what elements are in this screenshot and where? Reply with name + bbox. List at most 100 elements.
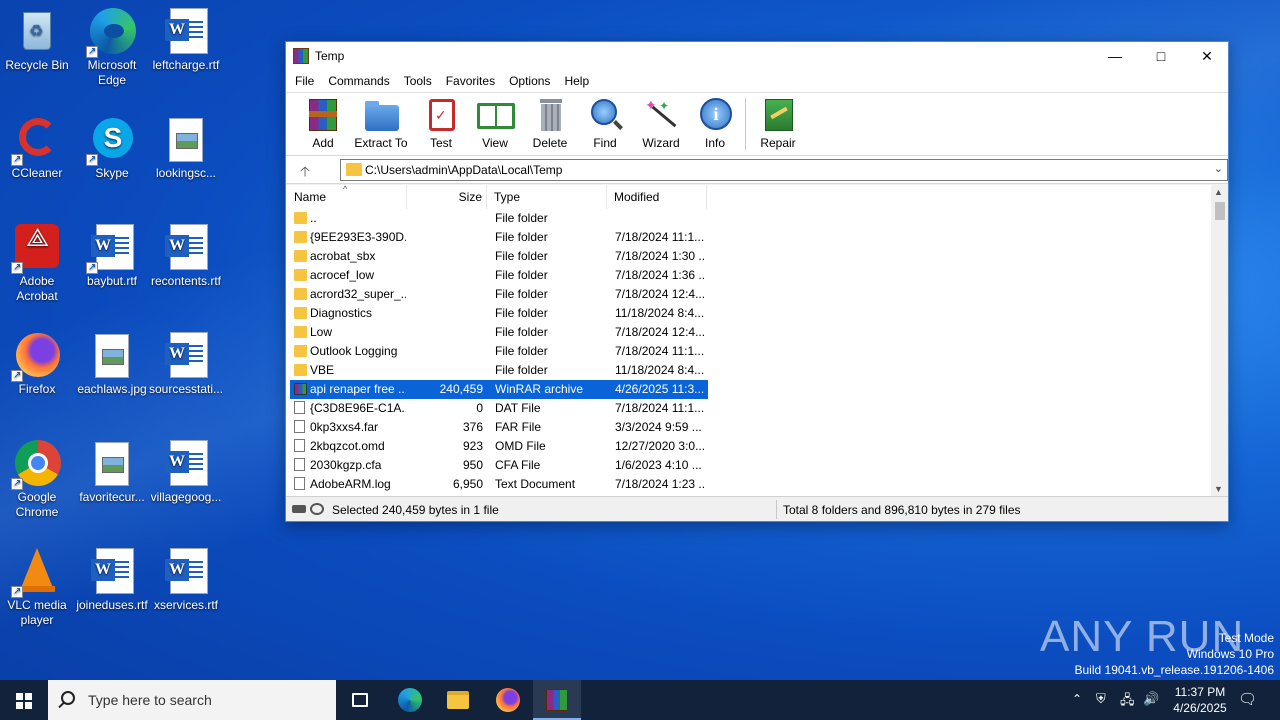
folder-icon [346, 163, 362, 176]
taskbar-search[interactable]: Type here to search [48, 680, 336, 720]
file-type: File folder [495, 344, 548, 358]
word-document-icon: W [162, 548, 210, 596]
table-row[interactable]: Low File folder 7/18/2024 12:4... [290, 323, 708, 342]
close-button[interactable]: ✕ [1184, 42, 1230, 70]
file-name: acrocef_low [310, 268, 375, 282]
security-icon[interactable]: ⛨ [1096, 691, 1106, 720]
taskbar-edge[interactable] [386, 680, 434, 720]
file-type: File folder [495, 306, 548, 320]
start-button[interactable] [0, 680, 48, 720]
file-name: Diagnostics [310, 306, 373, 320]
menu-tools[interactable]: Tools [397, 74, 439, 88]
address-field[interactable]: C:\Users\admin\AppData\Local\Temp ⌄ [340, 159, 1228, 181]
up-arrow-icon[interactable]: 🡡 [300, 161, 310, 185]
desktop-icon-xservices[interactable]: W xservices.rtf [149, 548, 223, 613]
desktop-icon-microsoft-edge[interactable]: Microsoft Edge [75, 8, 149, 88]
table-row[interactable]: 2kbqzcot.omd 923 OMD File 12/27/2020 3:0... [290, 437, 708, 456]
desktop-icon-firefox[interactable]: Firefox [0, 332, 74, 397]
test-button[interactable]: ✓ Test [412, 97, 470, 150]
desktop-icon-eachlaws[interactable]: eachlaws.jpg [75, 332, 149, 397]
table-row[interactable]: {C3D8E96E-C1A... 0 DAT File 7/18/2024 11:1.… [290, 399, 708, 418]
menu-commands[interactable]: Commands [321, 74, 396, 88]
wizard-button[interactable]: ✦ ✦ Wizard [632, 97, 690, 150]
file-modified: 7/18/2024 1:23 ... [615, 477, 705, 491]
rar-archive-icon [294, 383, 307, 395]
menu-options[interactable]: Options [502, 74, 557, 88]
scroll-up-icon[interactable]: ▲ [1214, 187, 1223, 197]
desktop-icon-baybut[interactable]: W baybut.rtf [75, 224, 149, 289]
delete-button[interactable]: Delete [521, 97, 579, 150]
maximize-button[interactable]: □ [1138, 42, 1184, 70]
desktop-icon-villagegoog[interactable]: W villagegoog... [149, 440, 223, 505]
table-row[interactable]: {9EE293E3-390D... File folder 7/18/2024 11… [290, 228, 708, 247]
desktop-icon-adobe-acrobat[interactable]: ⟁ Adobe Acrobat [0, 224, 74, 304]
add-button[interactable]: Add [294, 97, 352, 150]
file-name: VBE [310, 363, 335, 377]
file-icon [294, 439, 305, 452]
desktop-icon-sourcesstati[interactable]: W sourcesstati... [149, 332, 223, 397]
menu-help[interactable]: Help [557, 74, 596, 88]
desktop-icon-lookingsc[interactable]: lookingsc... [149, 116, 223, 181]
file-name: 2030kgzp.cfa [310, 458, 382, 472]
table-row[interactable]: 0kp3xxs4.far 376 FAR File 3/3/2024 9:59 ... [290, 418, 708, 437]
desktop-icon-ccleaner[interactable]: CCleaner [0, 116, 74, 181]
scroll-thumb[interactable] [1215, 202, 1225, 220]
network-icon[interactable]: 🖧 [1120, 691, 1135, 720]
table-row[interactable]: acrocef_low File folder 7/18/2024 1:36 ... [290, 266, 708, 285]
desktop-icon-label: lookingsc... [155, 166, 217, 180]
table-row[interactable]: Outlook Logging File folder 7/18/2024 11:1… [290, 342, 708, 361]
menu-file[interactable]: File [288, 74, 321, 88]
table-row[interactable]: Diagnostics File folder 11/18/2024 8:4... [290, 304, 708, 323]
extract-to-button[interactable]: Extract To [352, 97, 410, 150]
notification-icon[interactable]: 🗨 [1238, 690, 1257, 720]
column-header-modified[interactable]: Modified [607, 185, 707, 209]
desktop-icon-vlc[interactable]: VLC media player [0, 548, 74, 628]
folder-icon [294, 345, 307, 357]
desktop-icon-label: eachlaws.jpg [77, 382, 147, 396]
desktop-icon-recycle-bin[interactable]: ♻ Recycle Bin [0, 8, 74, 73]
desktop-icon-leftcharge[interactable]: W leftcharge.rtf [149, 8, 223, 73]
status-bar: Selected 240,459 bytes in 1 file Total 8… [286, 496, 1228, 521]
taskbar-firefox[interactable] [484, 680, 532, 720]
desktop-icon-google-chrome[interactable]: Google Chrome [0, 440, 74, 520]
vertical-scrollbar[interactable]: ▲ ▼ [1211, 185, 1228, 496]
info-button[interactable]: i Info [686, 97, 744, 150]
word-document-icon: W [162, 224, 210, 272]
file-type: File folder [495, 325, 548, 339]
taskbar-clock[interactable]: 11:37 PM 4/26/2025 [1160, 684, 1240, 716]
task-view-button[interactable] [336, 680, 384, 720]
table-row[interactable]: acrord32_super_... File folder 7/18/2024 1… [290, 285, 708, 304]
table-row[interactable]: acrobat_sbx File folder 7/18/2024 1:30 ... [290, 247, 708, 266]
desktop-icon-skype[interactable]: S Skype [75, 116, 149, 181]
repair-button[interactable]: Repair [749, 97, 807, 150]
taskbar-file-explorer[interactable] [434, 680, 482, 720]
desktop-icon-joineduses[interactable]: W joineduses.rtf [75, 548, 149, 613]
volume-icon[interactable]: 🔊 [1143, 691, 1159, 720]
chevron-up-icon[interactable]: ⌃ [1072, 692, 1082, 720]
table-row[interactable]: 2030kgzp.cfa 950 CFA File 1/6/2023 4:10 ... [290, 456, 708, 475]
file-icon [294, 477, 305, 490]
find-button[interactable]: Find [576, 97, 634, 150]
table-row[interactable]: api renaper free ... 240,459 WinRAR archiv… [290, 380, 708, 399]
file-type: File folder [495, 287, 548, 301]
scroll-down-icon[interactable]: ▼ [1214, 484, 1223, 494]
toolbar-label: Repair [760, 136, 796, 150]
file-list[interactable]: Name ^ Size Type Modified .. File folder{… [286, 184, 1228, 496]
desktop-icon-favoritecur[interactable]: favoritecur... [75, 440, 149, 505]
table-row[interactable]: AdobeARM.log 6,950 Text Document 7/18/2024 … [290, 475, 708, 494]
column-header-size[interactable]: Size [407, 185, 487, 209]
minimize-button[interactable]: — [1092, 42, 1138, 70]
file-name: AdobeARM.log [310, 477, 391, 491]
table-row[interactable]: VBE File folder 11/18/2024 8:4... [290, 361, 708, 380]
menu-favorites[interactable]: Favorites [439, 74, 502, 88]
file-type: File folder [495, 268, 548, 282]
taskbar-winrar[interactable] [533, 680, 581, 720]
title-bar[interactable]: Temp — □ ✕ [286, 42, 1228, 70]
desktop-icon-label: Adobe Acrobat [16, 274, 58, 303]
table-row[interactable]: .. File folder [290, 209, 708, 228]
chevron-down-icon[interactable]: ⌄ [1214, 162, 1223, 175]
column-header-name[interactable]: Name ^ [286, 184, 407, 209]
column-header-type[interactable]: Type [487, 185, 607, 209]
desktop-icon-recontents[interactable]: W recontents.rtf [149, 224, 223, 289]
view-button[interactable]: View [466, 97, 524, 150]
